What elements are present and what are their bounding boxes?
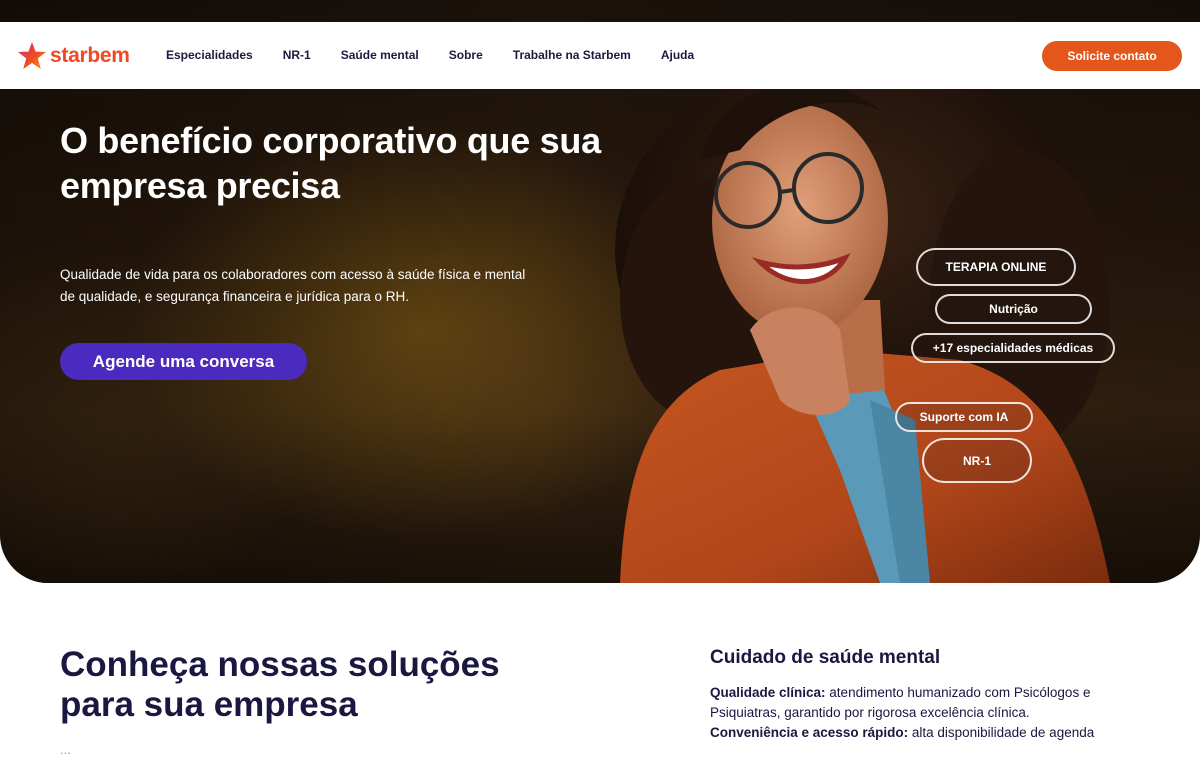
nav-links: Especialidades NR-1 Saúde mental Sobre T… [166,48,724,62]
mental-care-title: Cuidado de saúde mental [710,647,941,668]
care-item2-label: Conveniência e acesso rápido: [710,725,909,740]
solutions-title: Conheça nossas soluções para sua empresa [60,645,500,724]
nav-especialidades[interactable]: Especialidades [166,48,253,62]
hero-title: O benefício corporativo que sua empresa … [60,120,601,206]
nav-saude-mental[interactable]: Saúde mental [341,48,419,62]
schedule-conversation-button[interactable]: Agende uma conversa [60,343,307,380]
logo-wordmark: starbem [50,44,130,67]
starbem-logo[interactable]: starbem [17,40,130,72]
care-item1-label: Qualidade clínica: [710,685,826,700]
pill-online-therapy: TERAPIA ONLINE [916,248,1076,286]
pill-medical-specialties: +17 especialidades médicas [911,333,1115,363]
pill-nutrition: Nutrição [935,294,1092,324]
top-navbar: starbem Especialidades NR-1 Saúde mental… [0,22,1200,89]
care-item2-text: alta disponibilidade de agenda [908,725,1095,740]
nav-trabalhe[interactable]: Trabalhe na Starbem [513,48,631,62]
request-contact-button[interactable]: Solicite contato [1042,41,1182,71]
nav-sobre[interactable]: Sobre [449,48,483,62]
mental-care-description: Qualidade clínica: atendimento humanizad… [710,683,1140,743]
pill-nr1: NR-1 [922,438,1032,483]
nav-ajuda[interactable]: Ajuda [661,48,694,62]
star-logo-icon [18,42,46,69]
nav-nr1[interactable]: NR-1 [283,48,311,62]
pill-ai-support: Suporte com IA [895,402,1033,432]
hero-subtitle: Qualidade de vida para os colaboradores … [60,267,526,304]
